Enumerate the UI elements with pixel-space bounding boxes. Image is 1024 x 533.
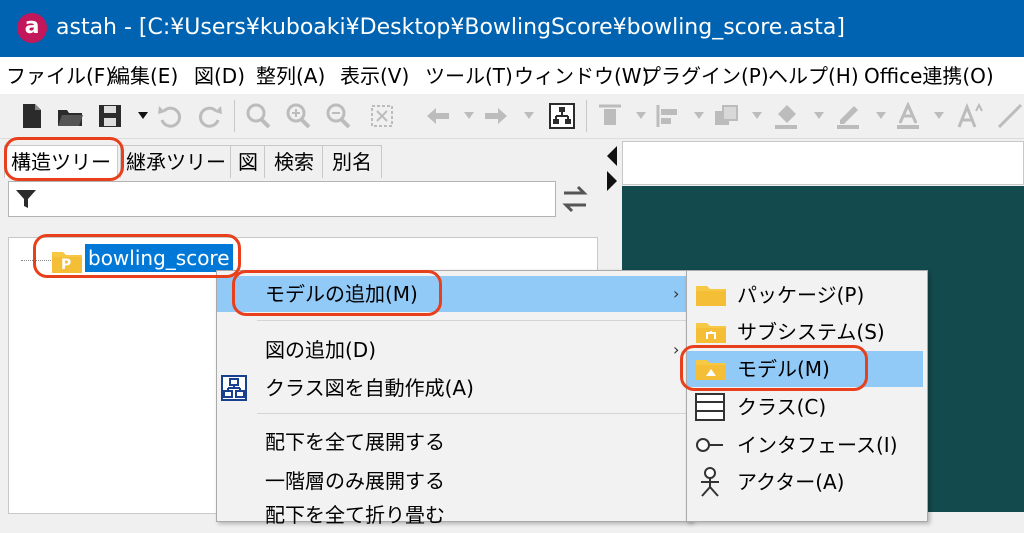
- tab-alias[interactable]: 別名: [322, 145, 382, 178]
- menu-align[interactable]: 整列(A): [256, 62, 325, 90]
- zoom-in-icon[interactable]: [284, 102, 312, 130]
- menu-tools[interactable]: ツール(T): [425, 62, 513, 90]
- align-left-dropdown-arrow-icon[interactable]: [694, 112, 704, 119]
- menu-add-model-label: モデルの追加(M): [265, 282, 418, 306]
- toolbar-separator: [234, 100, 235, 132]
- tab-structure-tree[interactable]: 構造ツリー: [4, 145, 118, 178]
- menu-add-model[interactable]: モデルの追加(M) ›: [217, 276, 691, 312]
- class-icon: [695, 393, 725, 421]
- menu-view[interactable]: 表示(V): [340, 62, 409, 90]
- zoom-out-icon[interactable]: [324, 102, 352, 130]
- window-title: astah - [C:¥Users¥kuboaki¥Desktop¥Bowlin…: [56, 15, 845, 40]
- menu-help[interactable]: ヘルプ(H): [768, 62, 859, 90]
- menu-collapse-all[interactable]: 配下を全て折り畳む: [217, 497, 691, 533]
- tab-diagram[interactable]: 図: [230, 145, 266, 178]
- menu-auto-create-class-diagram[interactable]: クラス図を自動作成(A): [217, 370, 691, 406]
- menu-edit[interactable]: 編集(E): [110, 62, 178, 90]
- submenu-interface-label: インタフェース(I): [737, 433, 898, 457]
- toolbar-separator: [586, 100, 587, 132]
- package-folder-icon: [696, 286, 726, 306]
- line-color-dropdown-arrow-icon[interactable]: [876, 112, 886, 119]
- menu-expand-one-level[interactable]: 一階層のみ展開する: [217, 463, 691, 499]
- tab-inheritance-tree[interactable]: 継承ツリー: [120, 145, 232, 178]
- menu-add-diagram-label: 図の追加(D): [265, 338, 377, 362]
- arrange-dropdown-arrow-icon[interactable]: [752, 112, 762, 119]
- add-model-submenu: パッケージ(P) サブシステム(S) モデル(M) クラス(C) インタフェース…: [686, 270, 928, 522]
- menu-add-diagram[interactable]: 図の追加(D) ›: [217, 332, 691, 368]
- tree-connector-line: [21, 260, 51, 261]
- package-folder-icon: P: [51, 248, 83, 274]
- submenu-package-label: パッケージ(P): [737, 283, 865, 307]
- interface-icon: [696, 438, 723, 452]
- new-file-icon[interactable]: [18, 102, 46, 130]
- submenu-subsystem-label: サブシステム(S): [737, 320, 885, 344]
- menu-expand-all[interactable]: 配下を全て展開する: [217, 424, 691, 460]
- toolbar: [0, 94, 1024, 139]
- zoom-icon[interactable]: [244, 102, 272, 130]
- undo-icon[interactable]: [156, 102, 184, 130]
- align-top-icon[interactable]: [596, 102, 624, 130]
- submenu-class[interactable]: クラス(C): [687, 389, 927, 425]
- save-dropdown-arrow-icon[interactable]: [138, 112, 148, 119]
- tree-layout-icon[interactable]: [548, 102, 576, 130]
- menu-office[interactable]: Office連携(O): [864, 62, 994, 90]
- expand-right-arrow-icon[interactable]: [607, 171, 617, 191]
- submenu-interface[interactable]: インタフェース(I): [687, 427, 927, 463]
- chevron-right-icon: ›: [673, 284, 680, 303]
- tree-context-menu: モデルの追加(M) › 図の追加(D) › クラス図を自動作成(A) 配下を全て…: [216, 270, 692, 527]
- forward-dropdown-arrow-icon[interactable]: [524, 112, 534, 119]
- astah-logo-icon: a: [17, 13, 47, 43]
- actor-icon: [701, 467, 719, 497]
- filter-input[interactable]: [41, 185, 550, 213]
- align-left-icon[interactable]: [654, 102, 682, 130]
- menu-expand-all-label: 配下を全て展開する: [265, 430, 445, 454]
- menu-auto-create-label: クラス図を自動作成(A): [265, 376, 474, 400]
- class-diagram-icon: [221, 375, 247, 401]
- submenu-class-label: クラス(C): [737, 395, 827, 419]
- menu-collapse-all-label: 配下を全て折り畳む: [265, 503, 445, 527]
- submenu-actor-label: アクター(A): [737, 470, 845, 494]
- back-dropdown-arrow-icon[interactable]: [464, 112, 474, 119]
- arrange-order-icon[interactable]: [712, 102, 740, 130]
- menu-plugin[interactable]: プラグイン(P): [641, 62, 769, 90]
- menu-separator: [257, 320, 687, 321]
- filter-field[interactable]: [8, 181, 556, 217]
- line-style-icon[interactable]: [996, 102, 1024, 130]
- menu-separator: [257, 413, 687, 414]
- font-color-dropdown-arrow-icon[interactable]: [934, 112, 944, 119]
- back-arrow-icon[interactable]: [424, 102, 452, 130]
- subsystem-folder-icon: [696, 323, 726, 343]
- fill-color-icon[interactable]: [772, 102, 800, 130]
- tab-search[interactable]: 検索: [264, 145, 324, 178]
- redo-icon[interactable]: [196, 102, 224, 130]
- align-dropdown-arrow-icon[interactable]: [636, 112, 646, 119]
- submenu-model-label: モデル(M): [737, 357, 830, 381]
- title-bar: a astah - [C:¥Users¥kuboaki¥Desktop¥Bowl…: [0, 0, 1024, 57]
- chevron-right-icon: ›: [673, 340, 680, 359]
- menu-window[interactable]: ウィンドウ(W): [514, 62, 649, 90]
- line-color-icon[interactable]: [834, 102, 862, 130]
- submenu-package[interactable]: パッケージ(P): [687, 277, 927, 313]
- fill-color-dropdown-arrow-icon[interactable]: [814, 112, 824, 119]
- menu-diagram[interactable]: 図(D): [194, 62, 245, 90]
- submenu-model[interactable]: モデル(M): [687, 351, 923, 387]
- swap-icon[interactable]: [560, 183, 590, 215]
- submenu-actor[interactable]: アクター(A): [687, 464, 927, 500]
- filter-icon: [16, 190, 36, 208]
- font-size-icon[interactable]: [956, 102, 984, 130]
- model-folder-icon: [696, 360, 726, 380]
- menu-bar: ファイル(F) 編集(E) 図(D) 整列(A) 表示(V) ツール(T) ウィ…: [0, 57, 1024, 94]
- tree-node-bowling-score[interactable]: bowling_score: [85, 244, 233, 272]
- menu-file[interactable]: ファイル(F): [6, 62, 113, 90]
- diagram-tab-bar: [622, 141, 1024, 185]
- save-icon[interactable]: [96, 102, 124, 130]
- menu-expand-one-level-label: 一階層のみ展開する: [265, 469, 445, 493]
- submenu-subsystem[interactable]: サブシステム(S): [687, 314, 927, 350]
- forward-arrow-icon[interactable]: [482, 102, 510, 130]
- font-color-icon[interactable]: [894, 101, 922, 130]
- collapse-left-arrow-icon[interactable]: [607, 146, 617, 166]
- fit-to-window-icon[interactable]: [368, 102, 396, 130]
- open-folder-icon[interactable]: [56, 102, 84, 130]
